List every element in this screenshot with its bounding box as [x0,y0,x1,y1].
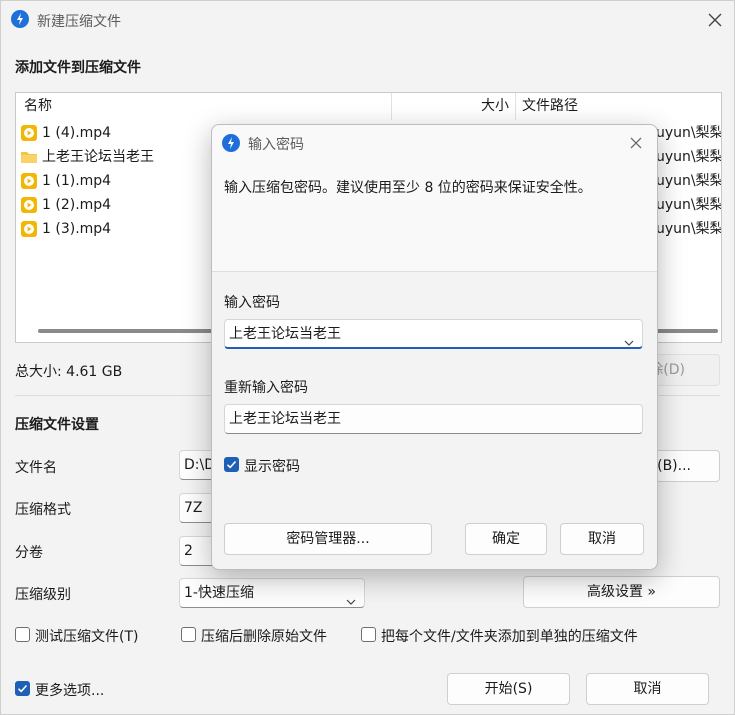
dialog-body-area: 输入密码 上老王论坛当老王 重新输入密码 上老王论坛当老王 显示密码 密码管理器… [212,271,657,569]
dialog-description: 输入压缩包密码。建议使用至少 8 位的密码来保证安全性。 [224,180,592,196]
chevron-down-icon[interactable] [624,330,634,346]
delete-original-label: 压缩后删除原始文件 [201,629,327,645]
file-path: uyun\梨梨 [656,173,722,189]
dialog-header-area: 输入密码 输入压缩包密码。建议使用至少 8 位的密码来保证安全性。 [212,125,657,271]
dialog-cancel-button[interactable]: 取消 [560,523,644,555]
filename-label: 文件名 [15,460,57,476]
cancel-button[interactable]: 取消 [586,673,709,705]
password-label: 输入密码 [224,295,280,311]
total-size: 总大小: 4.61 GB [15,364,123,380]
separate-archives-checkbox[interactable] [361,627,376,642]
column-header-name[interactable]: 名称 [24,93,392,120]
separate-archives-label: 把每个文件/文件夹添加到单独的压缩文件 [381,629,638,645]
folder-icon [20,148,38,166]
file-name: 1 (3).mp4 [42,221,112,237]
advanced-settings-button[interactable]: 高级设置 » [523,576,720,608]
app-logo-icon [11,10,29,28]
start-button[interactable]: 开始(S) [447,673,570,705]
app-logo-icon [222,134,240,152]
dialog-close-icon[interactable] [626,133,646,153]
show-password-checkbox[interactable] [224,457,239,472]
format-label: 压缩格式 [15,502,71,518]
reenter-password-input[interactable]: 上老王论坛当老王 [224,404,643,434]
ok-button[interactable]: 确定 [465,523,547,555]
close-icon[interactable] [705,10,725,30]
video-file-icon [20,172,38,190]
reenter-password-label: 重新输入密码 [224,380,308,396]
password-manager-button[interactable]: 密码管理器... [224,523,432,555]
test-archive-label: 测试压缩文件(T) [35,629,139,645]
check-icon [17,684,28,693]
password-input[interactable]: 上老王论坛当老王 [224,319,643,349]
video-file-icon [20,196,38,214]
password-dialog: 输入密码 输入压缩包密码。建议使用至少 8 位的密码来保证安全性。 输入密码 上… [211,124,658,570]
settings-section-title: 压缩文件设置 [15,417,99,433]
level-select[interactable]: 1-快速压缩 [179,578,365,608]
dialog-title: 输入密码 [248,137,304,153]
file-name: 1 (4).mp4 [42,125,112,141]
file-name: 1 (2).mp4 [42,197,112,213]
more-options-label: 更多选项... [35,683,105,699]
chevron-down-icon [346,589,356,605]
window-title: 新建压缩文件 [37,14,121,30]
column-header-path[interactable]: 文件路径 [522,93,721,120]
level-select-value: 1-快速压缩 [184,585,254,601]
file-path: uyun\梨梨 [656,125,722,141]
title-bar: 新建压缩文件 [1,1,734,39]
password-value: 上老王论坛当老王 [229,326,341,342]
volume-label: 分卷 [15,545,43,561]
level-label: 压缩级别 [15,587,71,603]
video-file-icon [20,220,38,238]
file-path: uyun\梨梨 [656,149,722,165]
test-archive-checkbox[interactable] [15,627,30,642]
delete-original-checkbox[interactable] [181,627,196,642]
show-password-label: 显示密码 [244,459,300,475]
video-file-icon [20,124,38,142]
column-header-size[interactable]: 大小 [392,93,516,120]
file-name: 1 (1).mp4 [42,173,112,189]
files-section-title: 添加文件到压缩文件 [15,60,141,76]
file-path: uyun\梨梨 [656,197,722,213]
more-options-checkbox[interactable] [15,681,30,696]
file-path: uyun\梨梨 [656,221,722,237]
file-name: 上老王论坛当老王 [42,149,154,165]
check-icon [226,460,237,469]
